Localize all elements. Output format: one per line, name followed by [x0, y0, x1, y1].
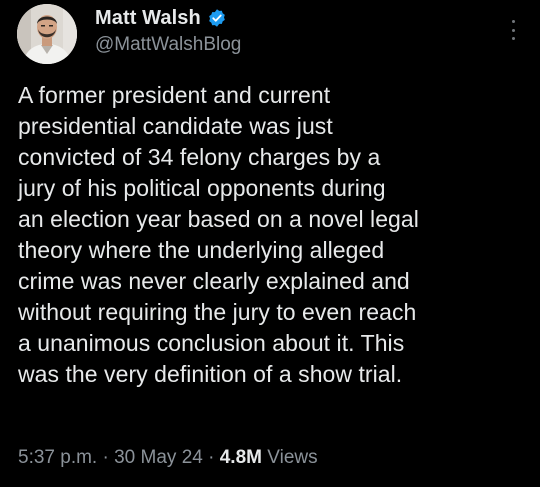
meta-separator: · — [97, 447, 115, 468]
avatar-image — [17, 4, 77, 64]
more-dot — [511, 37, 515, 40]
tweet-header: Matt Walsh @MattWalshBlog — [95, 4, 241, 56]
tweet-meta: 5:37 p.m. · 30 May 24 · 4.8M Views — [18, 447, 318, 469]
verified-badge-icon — [207, 8, 227, 28]
views-label: Views — [261, 447, 318, 468]
more-options-icon[interactable] — [510, 20, 516, 40]
tweet-text: A former president and current president… — [18, 82, 419, 387]
name-row: Matt Walsh — [95, 4, 241, 32]
more-dot — [511, 20, 515, 23]
tweet-date[interactable]: 30 May 24 — [114, 447, 203, 468]
more-dot — [511, 28, 515, 32]
author-handle[interactable]: @MattWalshBlog — [95, 34, 241, 56]
views-count: 4.8M — [219, 447, 262, 468]
tweet-time[interactable]: 5:37 p.m. — [18, 447, 97, 468]
meta-separator: · — [202, 447, 220, 468]
tweet-card: Matt Walsh @MattWalshBlog A former presi… — [0, 0, 540, 487]
author-display-name[interactable]: Matt Walsh — [95, 7, 201, 30]
avatar[interactable] — [17, 4, 77, 64]
